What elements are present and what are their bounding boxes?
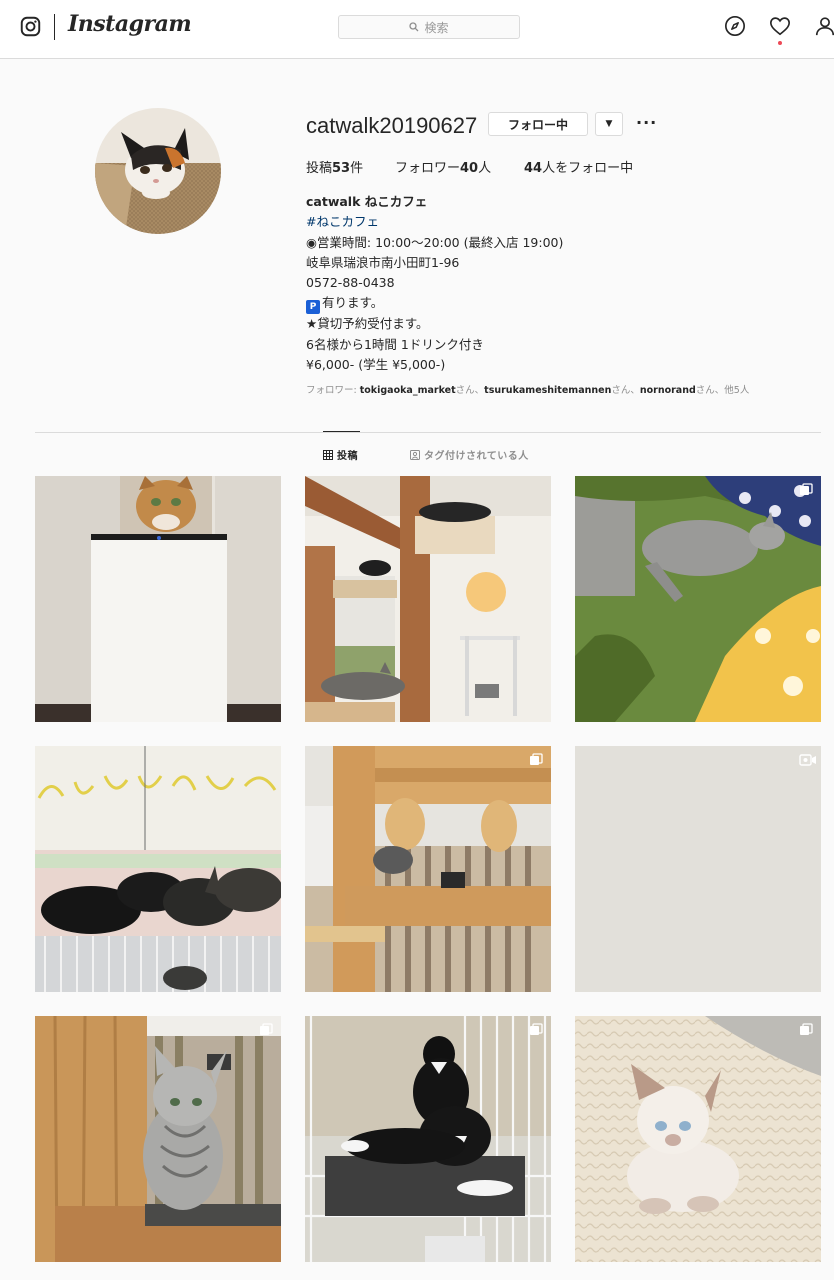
bio-parking: P 有ります。 bbox=[306, 293, 806, 315]
tab-posts-label: 投稿 bbox=[337, 451, 358, 462]
posts-suffix: 件 bbox=[350, 161, 364, 176]
following-stat[interactable]: 44人をフォロー中 bbox=[524, 157, 633, 176]
bio-hours: ◉営業時間: 10:00〜20:00 (最終入店 19:00) bbox=[306, 234, 564, 250]
followed-by-prefix: フォロワー: bbox=[306, 385, 360, 396]
compass-icon[interactable] bbox=[724, 15, 746, 37]
post-tile[interactable] bbox=[305, 746, 551, 992]
multiple-photos-icon bbox=[530, 1023, 543, 1035]
post-image bbox=[575, 476, 821, 722]
multiple-photos-icon bbox=[800, 1023, 813, 1035]
post-tile[interactable] bbox=[575, 1016, 821, 1262]
following-count: 44 bbox=[524, 161, 543, 176]
post-tile[interactable] bbox=[35, 476, 281, 722]
followed-by-user3[interactable]: nornorand bbox=[640, 385, 696, 396]
post-image bbox=[575, 1016, 821, 1262]
post-tile[interactable] bbox=[35, 1016, 281, 1262]
profile-username: catwalk20190627 bbox=[306, 113, 478, 138]
active-tab-indicator bbox=[323, 431, 360, 432]
instagram-glyph-icon[interactable] bbox=[20, 16, 41, 37]
bio-parking-text: 有ります。 bbox=[322, 295, 384, 311]
profile-bio: catwalk ねこカフェ #ねこカフェ ◉営業時間: 10:00〜20:00 … bbox=[306, 192, 806, 375]
followed-by[interactable]: フォロワー: tokigaoka_marketさん、tsurukameshite… bbox=[306, 382, 749, 396]
followed-by-user2[interactable]: tsurukameshitemannen bbox=[484, 385, 611, 396]
profile-icon[interactable] bbox=[814, 15, 834, 37]
video-icon bbox=[799, 754, 816, 766]
grid-icon bbox=[323, 449, 333, 460]
logo-divider bbox=[54, 14, 55, 40]
post-tile[interactable] bbox=[305, 476, 551, 722]
followers-stat[interactable]: フォロワー40人 bbox=[395, 157, 491, 176]
post-tile[interactable] bbox=[35, 746, 281, 992]
followed-by-user1[interactable]: tokigaoka_market bbox=[360, 385, 456, 396]
search-input[interactable]: 検索 bbox=[338, 15, 520, 39]
multiple-photos-icon bbox=[260, 1023, 273, 1035]
followed-by-sep2: さん、 bbox=[611, 385, 640, 396]
post-image bbox=[35, 746, 281, 992]
post-image bbox=[35, 476, 281, 722]
post-image bbox=[575, 746, 821, 992]
followed-by-suffix: さん、他5人 bbox=[695, 385, 750, 396]
followers-label: フォロワー bbox=[395, 161, 461, 176]
followed-by-sep1: さん、 bbox=[455, 385, 485, 396]
search-placeholder: 検索 bbox=[424, 20, 449, 35]
top-navigation-bar: Instagram 検索 bbox=[0, 0, 834, 59]
following-button[interactable]: フォロー中 bbox=[488, 112, 588, 136]
bio-phone: 0572-88-0438 bbox=[306, 275, 395, 291]
post-image bbox=[305, 476, 551, 722]
tab-posts[interactable]: 投稿 bbox=[323, 447, 358, 462]
bio-charter: ★貸切予約受付ます。 bbox=[306, 316, 429, 332]
tab-tagged[interactable]: タグ付けされている人 bbox=[410, 447, 529, 462]
post-image bbox=[305, 746, 551, 992]
following-suffix: 人をフォロー中 bbox=[542, 161, 634, 176]
posts-count: 53 bbox=[332, 161, 351, 176]
bio-hashtag-link[interactable]: #ねこカフェ bbox=[306, 212, 806, 232]
bio-price: ¥6,000- (学生 ¥5,000-) bbox=[306, 357, 446, 373]
post-image bbox=[35, 1016, 281, 1262]
suggested-dropdown-button[interactable]: ▼ bbox=[595, 112, 623, 136]
tab-tagged-label: タグ付けされている人 bbox=[424, 451, 529, 462]
post-image bbox=[305, 1016, 551, 1262]
tabs-divider bbox=[35, 432, 821, 433]
followers-count: 40 bbox=[460, 161, 479, 176]
bio-name: catwalk ねこカフェ bbox=[306, 194, 428, 209]
posts-stat: 投稿53件 bbox=[306, 157, 363, 176]
heart-icon[interactable] bbox=[769, 15, 791, 37]
profile-avatar[interactable] bbox=[95, 108, 221, 234]
search-icon bbox=[409, 22, 419, 32]
post-tile[interactable] bbox=[575, 476, 821, 722]
parking-icon: P bbox=[306, 300, 320, 315]
posts-label: 投稿 bbox=[306, 161, 333, 176]
instagram-wordmark[interactable]: Instagram bbox=[68, 11, 192, 37]
followers-suffix: 人 bbox=[478, 161, 492, 176]
tagged-user-icon bbox=[410, 449, 420, 460]
multiple-photos-icon bbox=[530, 753, 543, 765]
post-tile[interactable] bbox=[305, 1016, 551, 1262]
bio-plan: 6名様から1時間 1ドリンク付き bbox=[306, 336, 484, 352]
bio-address: 岐阜県瑞浪市南小田町1-96 bbox=[306, 254, 460, 270]
post-tile[interactable] bbox=[575, 746, 821, 992]
multiple-photos-icon bbox=[800, 483, 813, 495]
more-options-icon[interactable]: ··· bbox=[636, 113, 657, 132]
notification-dot bbox=[778, 41, 782, 45]
